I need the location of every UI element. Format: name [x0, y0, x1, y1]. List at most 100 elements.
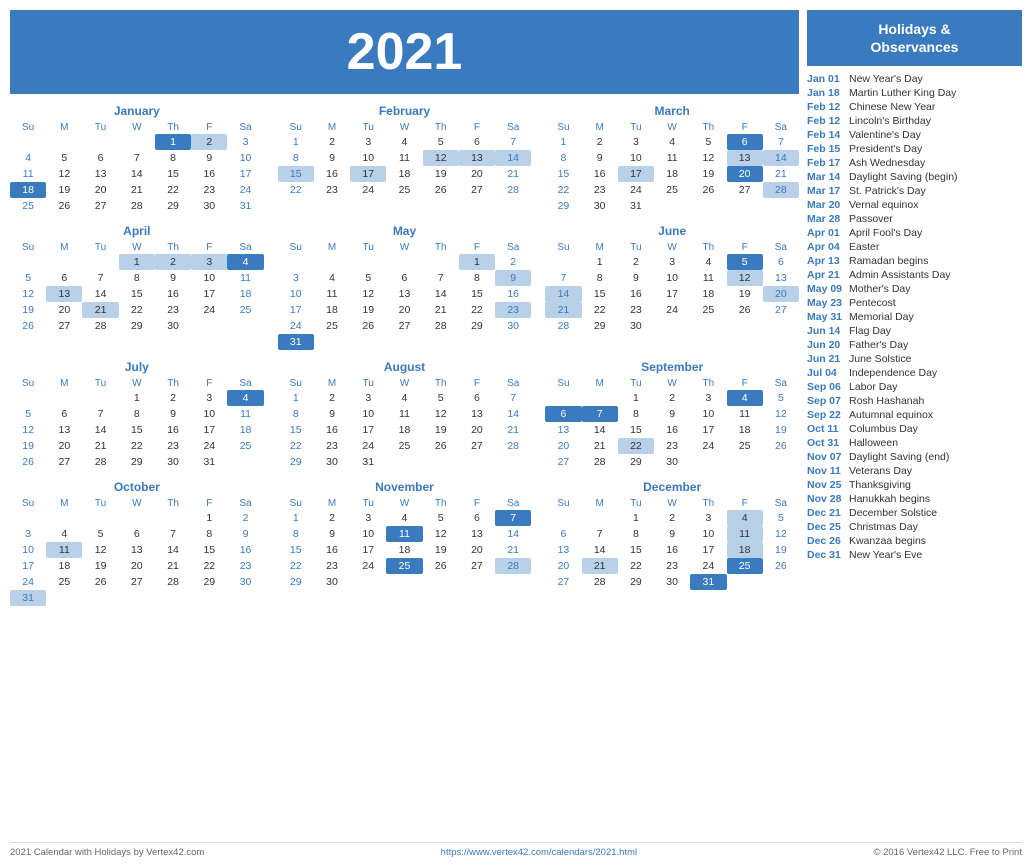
calendar-day: 17	[350, 542, 386, 558]
calendar-day: 6	[545, 526, 581, 542]
calendar-day: 28	[495, 438, 531, 454]
calendar-day: 22	[459, 302, 495, 318]
calendar-day: 6	[545, 406, 581, 422]
calendar-day: 8	[618, 406, 654, 422]
calendar-day: 11	[690, 270, 726, 286]
calendar-day: 8	[278, 406, 314, 422]
holiday-date: Feb 12	[807, 115, 845, 127]
holiday-date: Dec 26	[807, 535, 845, 547]
holiday-date: Mar 20	[807, 199, 845, 211]
calendar-day: 29	[278, 454, 314, 470]
calendar-day: 18	[46, 558, 82, 574]
calendar-day: 22	[119, 438, 155, 454]
calendar-day: 12	[727, 270, 763, 286]
calendar-day: 11	[727, 406, 763, 422]
calendar-day: 4	[690, 254, 726, 270]
holiday-item: Dec 21December Solstice	[807, 506, 1022, 520]
calendar-day: 9	[654, 406, 690, 422]
calendar-day: 6	[82, 150, 118, 166]
holiday-item: Apr 21Admin Assistants Day	[807, 268, 1022, 282]
holiday-item: Oct 11Columbus Day	[807, 422, 1022, 436]
holiday-item: Jan 01New Year's Day	[807, 72, 1022, 86]
calendar-day: 19	[423, 166, 459, 182]
calendar-day: 11	[727, 526, 763, 542]
calendar-day: 6	[119, 526, 155, 542]
calendar-day: 20	[459, 166, 495, 182]
calendar-day: 29	[618, 574, 654, 590]
holiday-item: May 31Memorial Day	[807, 310, 1022, 324]
holiday-date: Mar 17	[807, 185, 845, 197]
main-layout: 2021 JanuarySuMTuWThFSa12345678910111213…	[10, 10, 1022, 834]
calendar-day: 17	[350, 422, 386, 438]
holiday-date: Nov 11	[807, 465, 845, 477]
calendar-day: 9	[495, 270, 531, 286]
calendar-day: 14	[582, 422, 618, 438]
calendar-day: 20	[545, 558, 581, 574]
month-block: SeptemberSuMTuWThFSa12345678910111213141…	[545, 360, 799, 470]
holiday-item: Nov 11Veterans Day	[807, 464, 1022, 478]
calendar-day: 9	[191, 150, 227, 166]
calendar-day: 29	[155, 198, 191, 214]
calendar-day: 25	[386, 182, 422, 198]
sidebar-header: Holidays &Observances	[807, 10, 1022, 66]
calendar-day: 19	[763, 422, 799, 438]
calendar-day: 6	[46, 270, 82, 286]
calendar-day: 10	[10, 542, 46, 558]
holiday-item: Sep 06Labor Day	[807, 380, 1022, 394]
holiday-date: Mar 28	[807, 213, 845, 225]
calendar-day: 12	[423, 150, 459, 166]
month-title: February	[278, 104, 532, 118]
calendar-day: 10	[191, 270, 227, 286]
calendar-day: 1	[191, 510, 227, 526]
holiday-name: Flag Day	[849, 325, 891, 337]
calendar-day: 9	[654, 526, 690, 542]
calendar-day: 15	[582, 286, 618, 302]
calendar-day: 19	[423, 542, 459, 558]
calendar-day: 24	[618, 182, 654, 198]
calendar-day: 25	[227, 302, 263, 318]
holiday-item: Jan 18Martin Luther King Day	[807, 86, 1022, 100]
holiday-name: Autumnal equinox	[849, 409, 933, 421]
calendar-day: 19	[82, 558, 118, 574]
calendar-day: 12	[82, 542, 118, 558]
calendar-day: 3	[690, 510, 726, 526]
calendar-day: 10	[690, 526, 726, 542]
calendar-day: 19	[423, 422, 459, 438]
calendar-day: 27	[46, 318, 82, 334]
calendar-day: 28	[119, 198, 155, 214]
calendar-day: 5	[350, 270, 386, 286]
calendar-day: 9	[155, 270, 191, 286]
calendar-day: 18	[386, 166, 422, 182]
calendar-day: 5	[46, 150, 82, 166]
calendar-day: 7	[582, 406, 618, 422]
calendar-day: 23	[155, 302, 191, 318]
month-table: SuMTuWThFSa12345678910111213141516171819…	[545, 241, 799, 334]
calendar-day: 28	[155, 574, 191, 590]
calendar-day: 26	[690, 182, 726, 198]
holiday-name: Columbus Day	[849, 423, 918, 435]
calendar-day: 26	[727, 302, 763, 318]
calendar-day: 27	[46, 454, 82, 470]
calendar-day: 19	[10, 302, 46, 318]
calendar-day: 30	[495, 318, 531, 334]
calendar-day: 26	[46, 198, 82, 214]
holiday-date: Jun 21	[807, 353, 845, 365]
calendar-day: 8	[278, 150, 314, 166]
calendar-day: 30	[314, 574, 350, 590]
calendar-day: 24	[278, 318, 314, 334]
holiday-list: Jan 01New Year's DayJan 18Martin Luther …	[807, 72, 1022, 562]
holiday-date: Apr 13	[807, 255, 845, 267]
holiday-name: Chinese New Year	[849, 101, 935, 113]
calendar-day: 19	[46, 182, 82, 198]
calendar-day: 6	[459, 510, 495, 526]
calendar-day: 13	[459, 406, 495, 422]
calendar-day: 24	[350, 438, 386, 454]
calendar-day: 10	[350, 526, 386, 542]
calendar-day: 8	[545, 150, 581, 166]
calendar-day: 20	[46, 438, 82, 454]
calendar-day: 3	[10, 526, 46, 542]
year-header: 2021	[10, 10, 799, 94]
calendar-day: 2	[314, 510, 350, 526]
calendar-day: 30	[155, 454, 191, 470]
calendar-day: 13	[82, 166, 118, 182]
